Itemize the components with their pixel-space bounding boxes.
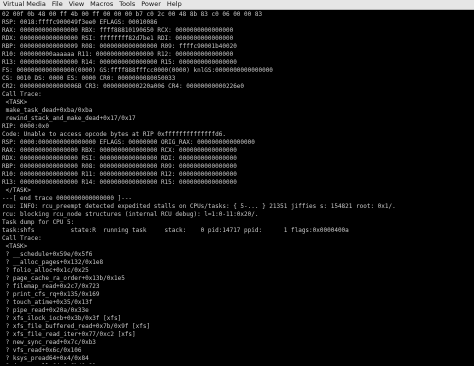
console-line: CS: 0010 DS: 0000 ES: 0000 CR0: 00000000… — [2, 75, 176, 82]
menu-tools[interactable]: Tools — [116, 0, 138, 9]
console-line: R10: 0000000000000000 R11: 0000000000000… — [2, 171, 237, 178]
console-line: R13: 0000000000000000 R14: 0000000000000… — [2, 179, 237, 186]
console-line: rewind_stack_and_make_dead+0x17/0x17 — [2, 115, 136, 122]
menu-bar: Virtual Media File View Macros Tools Pow… — [0, 0, 474, 10]
console-line: ? pipe_read+0x20a/0x33e — [2, 307, 89, 314]
console-line: rcu: blocking rcu_node structures (inter… — [2, 211, 259, 218]
console-line: R13: 0000000000000000 R14: 0000000000000… — [2, 59, 237, 66]
console-line: ? xfs_ilock_iocb+0x3b/0x3f [xfs] — [2, 315, 122, 322]
menu-power[interactable]: Power — [138, 0, 164, 9]
console-line: 02 00f 0b 48 00 ff 4b 00 ff 00 00 00 b7 … — [2, 11, 263, 18]
virtual-console-window: Virtual Media File View Macros Tools Pow… — [0, 0, 474, 366]
console-line: RSP: 0018:ffffc900049f3ee0 EFLAGS: 00010… — [2, 19, 158, 26]
console-line: <TASK> — [2, 243, 28, 250]
console-line: task:shfs state:R running task stack: 0 … — [2, 227, 349, 234]
console-line: Call Trace: — [2, 91, 42, 98]
menu-help[interactable]: Help — [164, 0, 185, 9]
console-line: <TASK> — [2, 99, 28, 106]
menu-virtual-media[interactable]: Virtual Media — [0, 0, 49, 9]
menu-view[interactable]: View — [66, 0, 87, 9]
console-line: ? xfs_file_buffered_read+0x7b/0x9f [xfs] — [2, 323, 151, 330]
console-output[interactable]: 02 00f 0b 48 00 ff 4b 00 ff 00 00 00 b7 … — [2, 11, 472, 364]
console-line: ? touch_atime+0x35/0x13f — [2, 299, 93, 306]
console-line: Task dump for CPU 5: — [2, 219, 75, 226]
console-line: Call Trace: — [2, 235, 42, 242]
console-line: Code: Unable to access opcode bytes at R… — [2, 131, 226, 138]
console-line: ? print_cfs_rq+0x135/0x169 — [2, 291, 100, 298]
menu-macros[interactable]: Macros — [87, 0, 116, 9]
console-line: ---[ end trace 0000000000000000 ]--- — [2, 195, 133, 202]
console-line: CR2: 0000000000000006B CR3: 000000000022… — [2, 83, 245, 90]
console-line: FS: 0000000000000000(0000) GS:ffff888fff… — [2, 67, 273, 74]
console-line: RDX: 0000000000000000 RSI: ffffffff82d7b… — [2, 35, 234, 42]
console-line: ? xfs_file_read_iter+0x77/0xc2 [xfs] — [2, 331, 136, 338]
console-line: R10: 000000000aaaaaa R11: 00000000000000… — [2, 51, 234, 58]
console-line: make_task_dead+0xba/0xba — [2, 107, 93, 114]
console-line: rcu: INFO: rcu_preempt detected expedite… — [2, 203, 396, 210]
console-line: ? do_syscall_64+0x6b/0x81 — [2, 363, 472, 364]
console-line: ? ksys_pread64+0x4/0x84 — [2, 355, 89, 362]
console-line: ? __alloc_pages+0x132/0x1e8 — [2, 259, 104, 266]
console-line: RAX: 0000000000000000 RBX: 0000000000000… — [2, 147, 237, 154]
console-line: </TASK> — [2, 187, 31, 194]
console-line: ? folio_alloc+0x1c/0x25 — [2, 267, 89, 274]
console-line: RBP: 0000000000000009 R08: 0000000000000… — [2, 43, 237, 50]
console-line: RSP: 0000:0000000000000000 EFLAGS: 00000… — [2, 139, 255, 146]
console-line: RAX: 0000000000000000 RBX: ffff888101906… — [2, 27, 234, 34]
console-line: ? filemap_read+0x2c7/0x723 — [2, 283, 100, 290]
console-line: ? new_sync_read+0x7c/0xb3 — [2, 339, 96, 346]
console-line: RDX: 0000000000000000 RSI: 0000000000000… — [2, 155, 237, 162]
menu-file[interactable]: File — [49, 0, 66, 9]
console-line: RBP: 0000000000000000 R08: 0000000000000… — [2, 163, 237, 170]
console-line: ? vfs_read+0x6c/0x106 — [2, 347, 82, 354]
console-line: RIP: 0000:0x0 — [2, 123, 49, 130]
console-line: ? __schedule+0x59e/0x5f6 — [2, 251, 93, 258]
console-line: ? page_cache_ra_order+0x13b/0x1e5 — [2, 275, 125, 282]
